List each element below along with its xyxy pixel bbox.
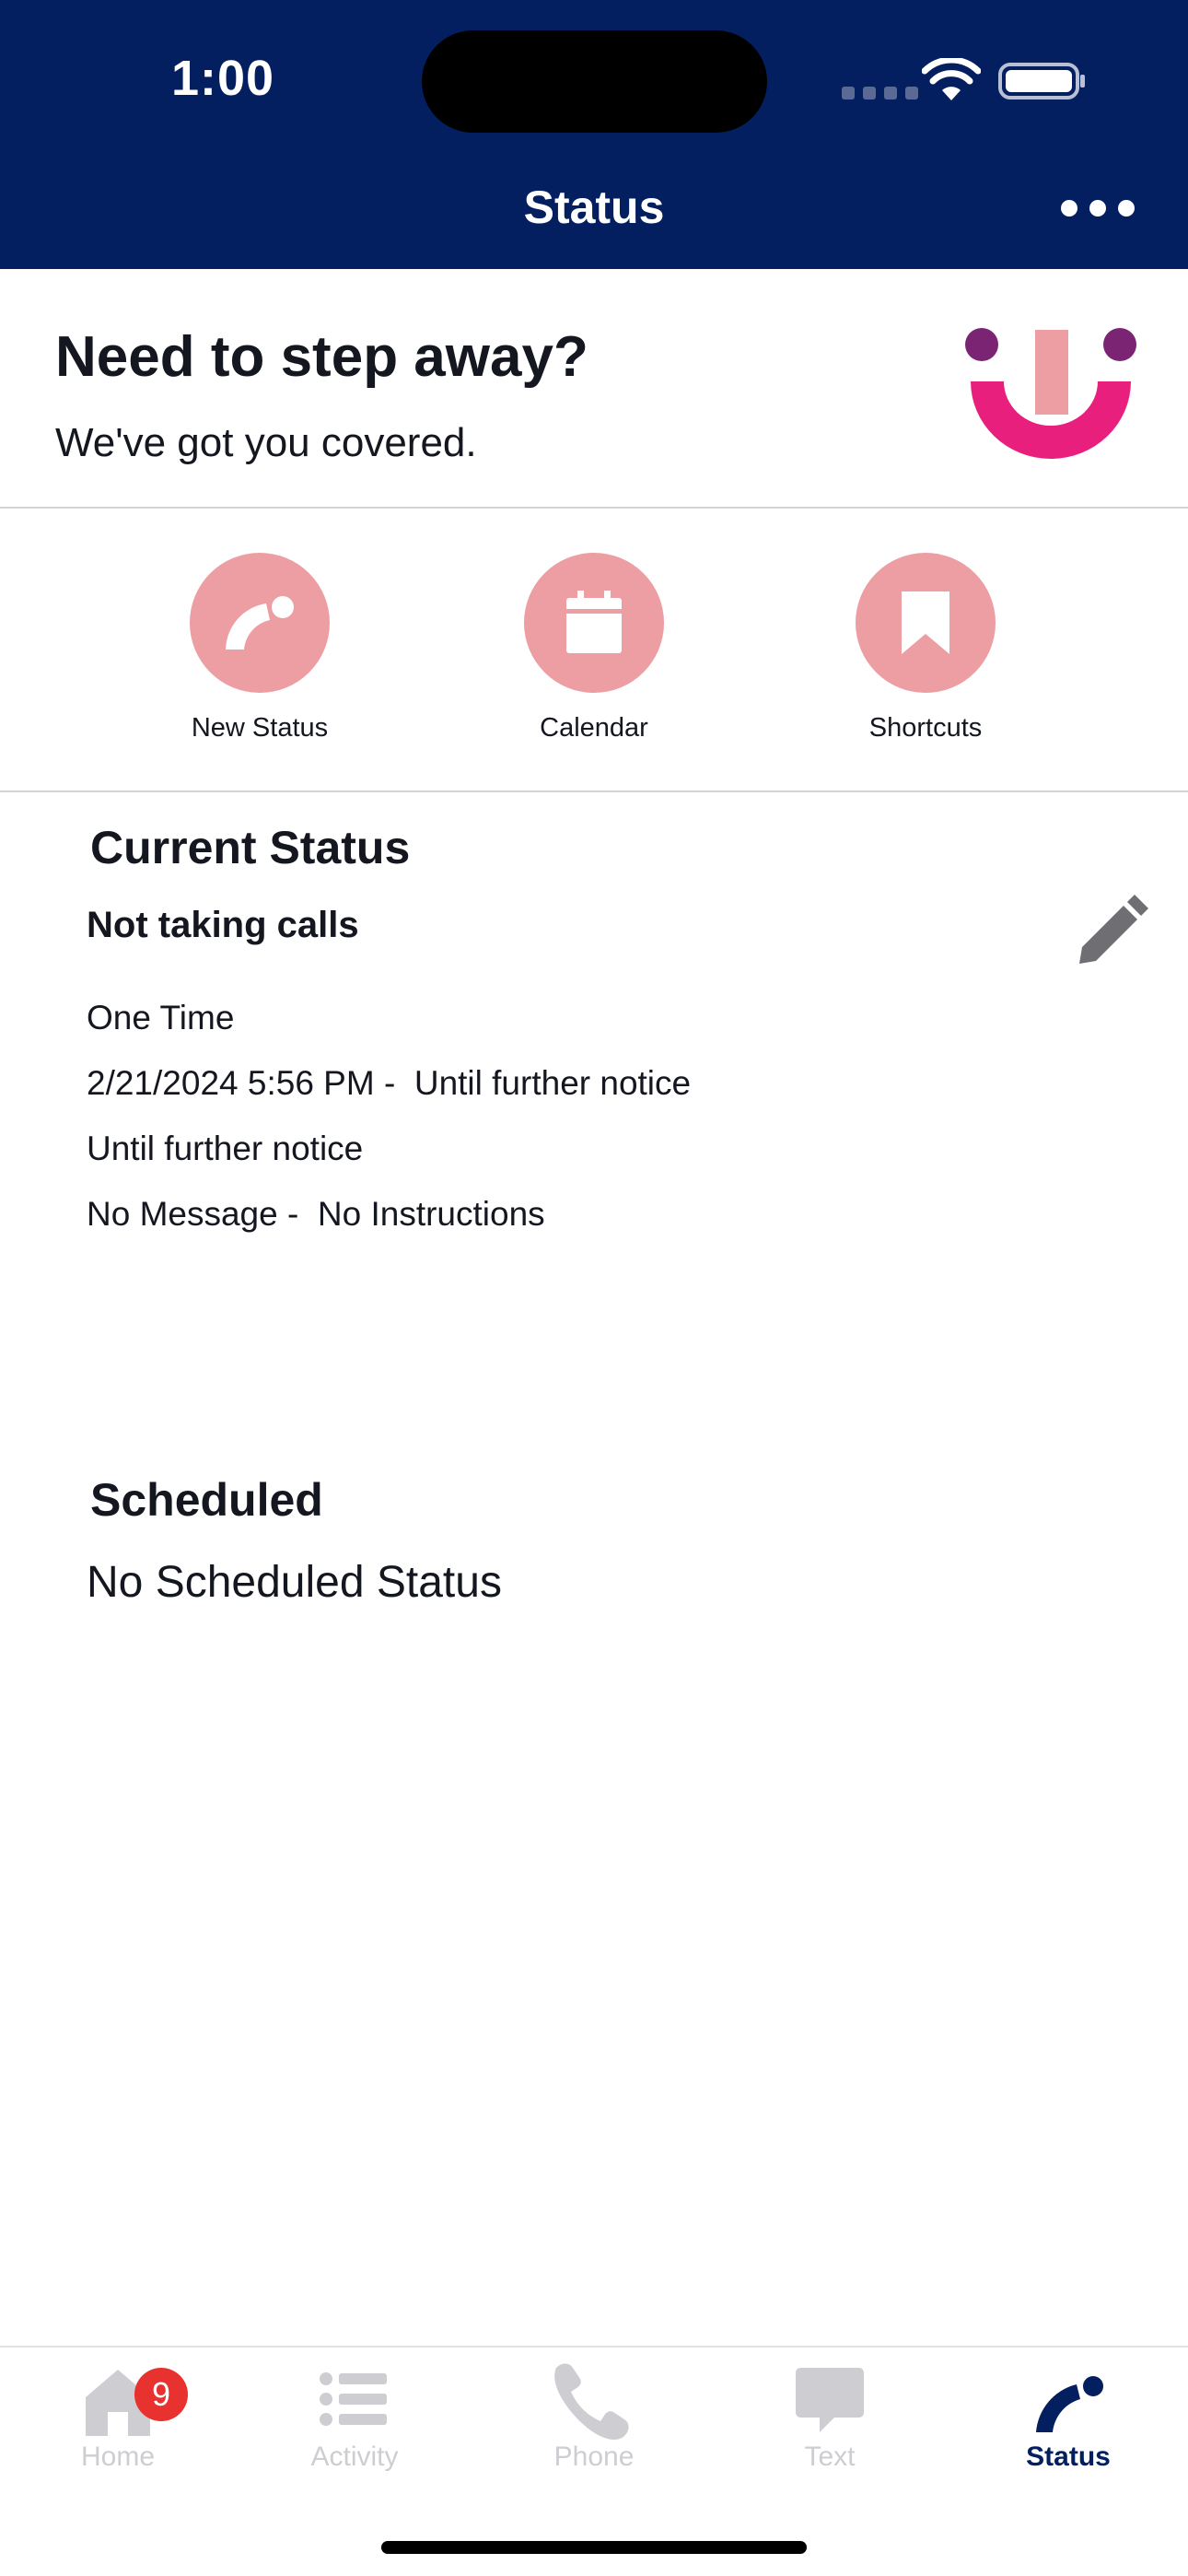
tab-phone[interactable]: Phone (493, 2357, 695, 2473)
wifi-icon (922, 58, 981, 100)
status-name: Not taking calls (87, 905, 359, 945)
status-time-range: 2/21/2024 5:56 PM - Until further notice (87, 1064, 691, 1103)
bookmark-icon (856, 553, 996, 693)
phone-icon (554, 2363, 629, 2440)
new-status-label: New Status (191, 713, 329, 743)
notification-badge: 9 (134, 2368, 188, 2421)
shortcuts-label: Shortcuts (868, 713, 983, 743)
tab-phone-label: Phone (553, 2441, 635, 2472)
status-end: Until further notice (413, 1064, 692, 1102)
new-status-icon (190, 553, 330, 693)
scheduled-empty-text: No Scheduled Status (87, 1558, 502, 1607)
chat-bubble-icon (796, 2368, 864, 2432)
status-frequency: One Time (87, 999, 235, 1036)
hero-banner: Need to step away? We've got you covered… (0, 269, 1188, 509)
separator: - (277, 1195, 318, 1233)
smiley-logo-icon (965, 328, 1136, 459)
more-dot (1089, 200, 1106, 217)
tab-home-label: Home (80, 2441, 156, 2472)
shortcuts-button[interactable]: Shortcuts (815, 553, 1036, 744)
status-duration: Until further notice (87, 1130, 364, 1167)
status-message: No Message (87, 1195, 278, 1233)
separator: - (374, 1064, 414, 1102)
status-instructions: No Instructions (317, 1195, 545, 1233)
calendar-label: Calendar (540, 713, 648, 743)
status-icon (1036, 2376, 1103, 2432)
tab-status[interactable]: Status (967, 2357, 1170, 2473)
quick-actions: New Status Calendar Shortcuts (0, 510, 1188, 792)
tab-text[interactable]: Text (728, 2357, 931, 2473)
calendar-icon (524, 553, 664, 693)
hero-title: Need to step away? (55, 325, 588, 389)
more-options-button[interactable] (1061, 190, 1135, 227)
scheduled-heading: Scheduled (83, 1474, 331, 1528)
current-status-heading: Current Status (83, 822, 418, 875)
dynamic-island (422, 30, 767, 133)
status-message-row: No Message - No Instructions (87, 1195, 545, 1234)
new-status-button[interactable]: New Status (149, 553, 370, 744)
status-bar-time: 1:00 (171, 51, 275, 106)
cellular-signal-icon (842, 87, 918, 100)
tab-activity[interactable]: Activity (253, 2357, 456, 2473)
battery-icon (998, 63, 1085, 100)
edit-pencil-icon[interactable] (1074, 892, 1151, 969)
hero-subtitle: We've got you covered. (55, 420, 477, 465)
more-dot (1118, 200, 1135, 217)
home-indicator (381, 2541, 807, 2554)
tab-status-label: Status (1026, 2441, 1111, 2472)
page-title: Status (523, 181, 665, 233)
list-icon (320, 2372, 387, 2426)
tab-text-label: Text (804, 2441, 856, 2472)
calendar-button[interactable]: Calendar (483, 553, 705, 744)
status-start: 2/21/2024 5:56 PM (87, 1064, 375, 1102)
header-bar: 1:00 Status (0, 0, 1188, 269)
more-dot (1061, 200, 1077, 217)
tab-activity-label: Activity (310, 2441, 399, 2472)
tab-home[interactable]: 9 Home (17, 2357, 219, 2473)
